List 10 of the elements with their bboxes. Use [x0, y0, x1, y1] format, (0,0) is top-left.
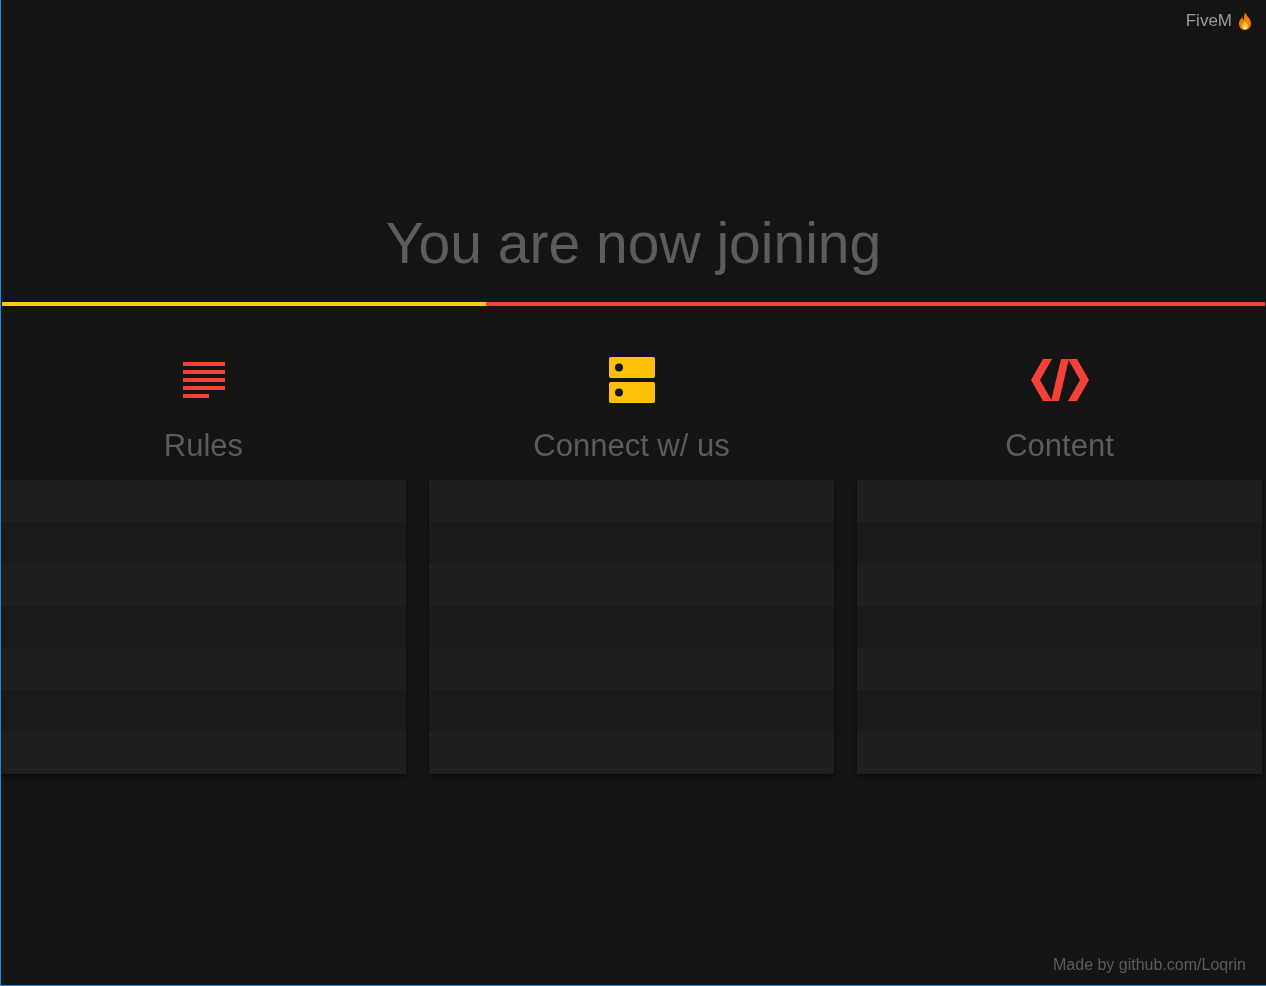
brand-label: FiveM	[1185, 10, 1232, 33]
section-title: Content	[1005, 427, 1114, 465]
server-icon	[608, 357, 655, 403]
flame-icon	[1238, 12, 1252, 30]
heading: You are now joining	[385, 210, 882, 277]
footer-credit: Made by github.com/Loqrin	[1053, 955, 1246, 975]
section-title: Rules	[163, 427, 244, 465]
section-title: Connect w/ us	[533, 427, 730, 465]
code-icon	[1030, 359, 1089, 401]
list-icon	[182, 362, 225, 398]
